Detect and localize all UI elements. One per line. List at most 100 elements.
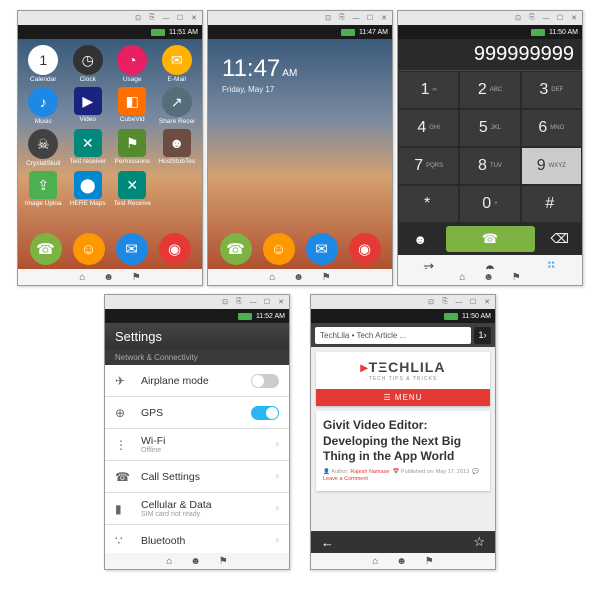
close-icon[interactable]: ✕ [570, 14, 578, 22]
backspace-icon[interactable]: ⌫ [538, 223, 583, 255]
dock-app[interactable]: ☎ [220, 233, 252, 265]
close-icon[interactable]: ✕ [190, 14, 198, 22]
window-btn[interactable]: ⎘ [235, 298, 243, 306]
app-music[interactable]: ♪Music [22, 87, 65, 125]
add-contact-icon[interactable]: ☻ [398, 223, 443, 255]
minimize-icon[interactable]: — [455, 299, 463, 306]
minimize-icon[interactable]: — [352, 15, 360, 22]
maximize-icon[interactable]: ☐ [263, 298, 271, 306]
star-icon[interactable]: ☆ [473, 534, 485, 550]
app-calendar[interactable]: 1Calendar [22, 45, 65, 83]
key-8[interactable]: 8TUV [459, 147, 520, 185]
person-icon[interactable]: ☻ [190, 556, 201, 567]
settings-row-cellular-data[interactable]: ▮Cellular & DataSIM card not ready› [105, 493, 289, 525]
author-link[interactable]: Rajesh Namase [350, 469, 389, 475]
pin-icon[interactable]: ⚑ [322, 272, 331, 283]
app-crystalskull[interactable]: ☠CrystalSkull [22, 129, 65, 167]
settings-row-call-settings[interactable]: ☎Call Settings› [105, 461, 289, 493]
app-here-maps[interactable]: ⬤HERE Maps [67, 171, 110, 207]
dock-app[interactable]: ◉ [159, 233, 191, 265]
home-icon[interactable]: ⌂ [459, 272, 465, 283]
key-5[interactable]: 5JKL [459, 109, 520, 147]
app-image-uploa[interactable]: ⇪Image Uploa [22, 171, 65, 207]
person-icon[interactable]: ☻ [103, 272, 114, 283]
home-icon[interactable]: ⌂ [372, 556, 378, 567]
pin-icon[interactable]: ⚑ [219, 556, 228, 567]
dock-app[interactable]: ☺ [263, 233, 295, 265]
app-usage[interactable]: ◔Usage [111, 45, 154, 83]
app-test-receiver[interactable]: ✕Test receiver [67, 129, 110, 167]
close-icon[interactable]: ✕ [380, 14, 388, 22]
settings-row-bluetooth[interactable]: ∵Bluetooth› [105, 525, 289, 553]
lockscreen-content[interactable]: 11:47AM Friday, May 17 ☎☺✉◉ [208, 39, 392, 269]
key-9[interactable]: 9WXYZ [521, 147, 582, 185]
dock-app[interactable]: ✉ [306, 233, 338, 265]
comment-link[interactable]: Leave a Comment [323, 476, 368, 482]
toggle-switch[interactable] [251, 406, 279, 420]
key-#[interactable]: # [521, 185, 582, 223]
person-icon[interactable]: ☻ [293, 272, 304, 283]
call-button[interactable]: ☎ [446, 226, 535, 252]
key-7[interactable]: 7PQRS [398, 147, 459, 185]
key-3[interactable]: 3DEF [521, 71, 582, 109]
key-2[interactable]: 2ABC [459, 71, 520, 109]
minimize-icon[interactable]: — [162, 15, 170, 22]
home-icon[interactable]: ⌂ [166, 556, 172, 567]
url-field[interactable]: TechLila • Tech Article ... [315, 327, 471, 344]
settings-row-airplane-mode[interactable]: ✈Airplane mode [105, 365, 289, 397]
maximize-icon[interactable]: ☐ [176, 14, 184, 22]
settings-row-wi-fi[interactable]: ⋮Wi-FiOffline› [105, 429, 289, 461]
app-test-receive[interactable]: ✕Test Receive [111, 171, 154, 207]
person-icon[interactable]: ☻ [396, 556, 407, 567]
maximize-icon[interactable]: ☐ [469, 298, 477, 306]
key-6[interactable]: 6MNO [521, 109, 582, 147]
maximize-icon[interactable]: ☐ [556, 14, 564, 22]
app-hoststubtes[interactable]: ☻HostStubTes [156, 129, 199, 167]
key-*[interactable]: * [398, 185, 459, 223]
tab-recents[interactable]: ⇄ [398, 255, 459, 269]
person-icon[interactable]: ☻ [483, 272, 494, 283]
dock-app[interactable]: ◉ [349, 233, 381, 265]
window-btn[interactable]: ⎘ [441, 298, 449, 306]
key-4[interactable]: 4GHI [398, 109, 459, 147]
window-btn[interactable]: ⎘ [528, 14, 536, 22]
close-icon[interactable]: ✕ [277, 298, 285, 306]
settings-row-gps[interactable]: ⊕GPS [105, 397, 289, 429]
close-icon[interactable]: ✕ [483, 298, 491, 306]
key-0[interactable]: 0+ [459, 185, 520, 223]
app-clock[interactable]: ◷Clock [67, 45, 110, 83]
dock-app[interactable]: ✉ [116, 233, 148, 265]
key-1[interactable]: 1∞ [398, 71, 459, 109]
post-title[interactable]: Givit Video Editor: Developing the Next … [323, 418, 483, 465]
window-btn[interactable]: ⊡ [427, 298, 435, 306]
webpage[interactable]: ▸TΞCHLILA TECH TIPS & TRICKS ☰ MENU Givi… [311, 347, 495, 553]
window-btn[interactable]: ⊡ [221, 298, 229, 306]
tab-keypad[interactable]: ⠿ [521, 255, 582, 269]
pin-icon[interactable]: ⚑ [132, 272, 141, 283]
menu-button[interactable]: ☰ MENU [316, 389, 490, 406]
app-video[interactable]: ▶Video [67, 87, 110, 125]
window-btn[interactable]: ⊡ [324, 14, 332, 22]
window-btn[interactable]: ⊡ [514, 14, 522, 22]
home-icon[interactable]: ⌂ [269, 272, 275, 283]
app-cubevid[interactable]: ◧CubeVid [111, 87, 154, 125]
maximize-icon[interactable]: ☐ [366, 14, 374, 22]
toggle-switch[interactable] [251, 374, 279, 388]
minimize-icon[interactable]: — [249, 299, 257, 306]
minimize-icon[interactable]: — [542, 15, 550, 22]
app-permissions[interactable]: ⚑Permissions [111, 129, 154, 167]
dock-app[interactable]: ☺ [73, 233, 105, 265]
pin-icon[interactable]: ⚑ [512, 272, 521, 283]
tab-count[interactable]: 1› [474, 327, 491, 344]
window-btn[interactable]: ⊡ [134, 14, 142, 22]
pin-icon[interactable]: ⚑ [425, 556, 434, 567]
app-share-recei[interactable]: ↗Share Recei [156, 87, 199, 125]
window-btn[interactable]: ⎘ [148, 14, 156, 22]
site-logo[interactable]: ▸TΞCHLILA TECH TIPS & TRICKS [316, 352, 490, 389]
home-icon[interactable]: ⌂ [79, 272, 85, 283]
dock-app[interactable]: ☎ [30, 233, 62, 265]
dialed-number[interactable]: 999999999 [398, 39, 582, 71]
tab-contacts[interactable]: ☻ [459, 255, 520, 269]
app-e-mail[interactable]: ✉E-Mail [156, 45, 199, 83]
window-btn[interactable]: ⎘ [338, 14, 346, 22]
